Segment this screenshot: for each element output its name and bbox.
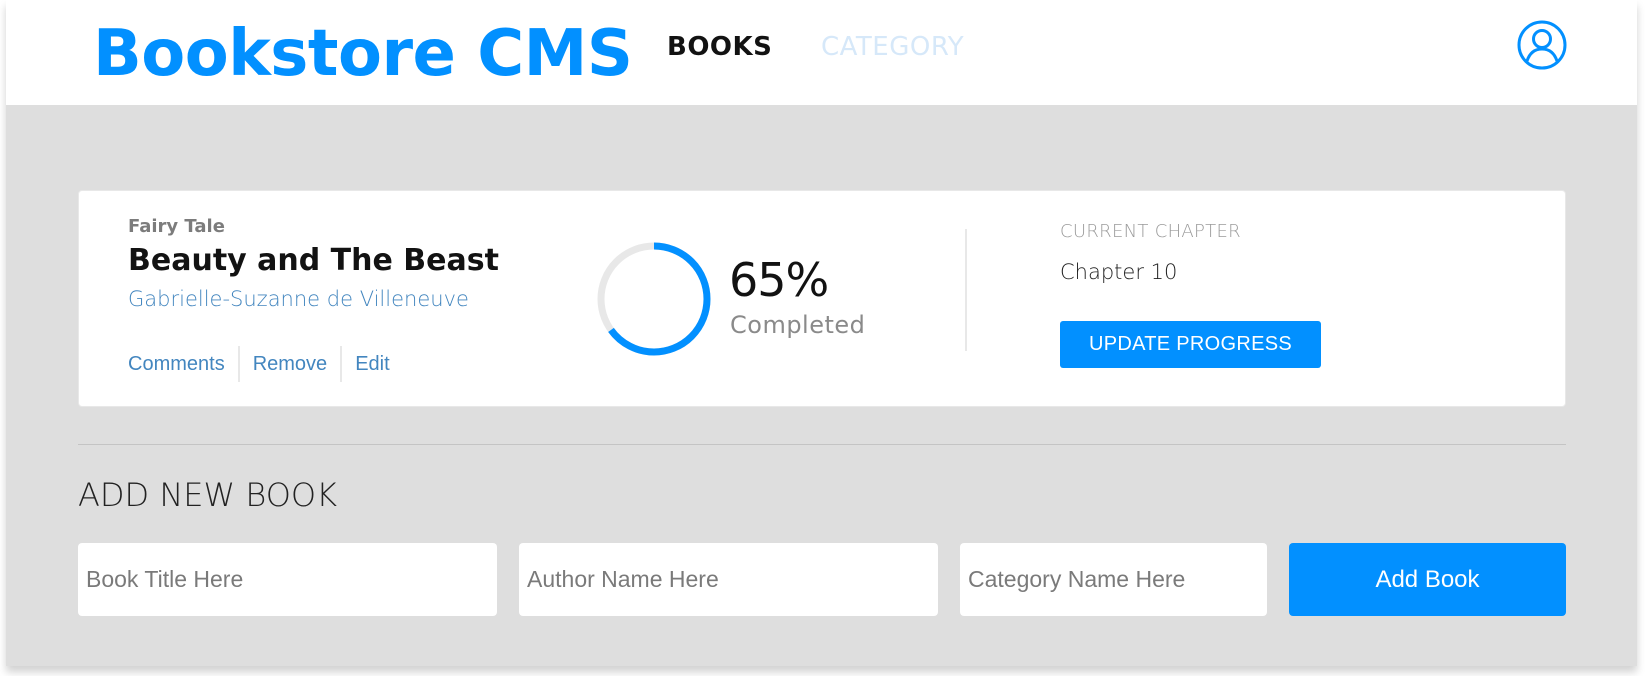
current-chapter-value: Chapter 10	[1060, 260, 1178, 284]
book-genre: Fairy Tale	[128, 216, 225, 237]
action-divider	[237, 346, 240, 382]
update-progress-button[interactable]: UPDATE PROGRESS	[1060, 321, 1321, 368]
edit-button[interactable]: Edit	[355, 346, 389, 382]
comments-button[interactable]: Comments	[128, 346, 225, 382]
add-book-button[interactable]: Add Book	[1289, 543, 1566, 616]
nav-category-link[interactable]: CATEGORY	[821, 32, 964, 62]
current-chapter-label: CURRENT CHAPTER	[1060, 221, 1241, 242]
action-divider	[340, 346, 343, 382]
user-circle-icon[interactable]	[1516, 19, 1568, 71]
nav-books-link[interactable]: BOOKS	[667, 32, 772, 62]
add-book-heading: ADD NEW BOOK	[78, 476, 338, 514]
book-title: Beauty and The Beast	[128, 243, 499, 278]
header: Bookstore CMS BOOKS CATEGORY	[6, 0, 1637, 105]
remove-button[interactable]: Remove	[253, 346, 327, 382]
progress-percent: 65%	[729, 253, 829, 307]
progress-ring	[594, 239, 714, 359]
book-card: Fairy Tale Beauty and The Beast Gabriell…	[78, 190, 1566, 407]
author-name-input[interactable]	[519, 543, 938, 616]
completed-label: Completed	[730, 311, 866, 339]
section-divider	[78, 444, 1566, 445]
book-title-input[interactable]	[78, 543, 497, 616]
page: Bookstore CMS BOOKS CATEGORY Fairy Tale …	[6, 0, 1637, 666]
book-author: Gabrielle-Suzanne de Villeneuve	[128, 287, 469, 311]
book-actions: Comments Remove Edit	[128, 346, 390, 382]
logo: Bookstore CMS	[93, 17, 633, 91]
category-name-input[interactable]	[960, 543, 1267, 616]
card-divider	[965, 229, 967, 351]
